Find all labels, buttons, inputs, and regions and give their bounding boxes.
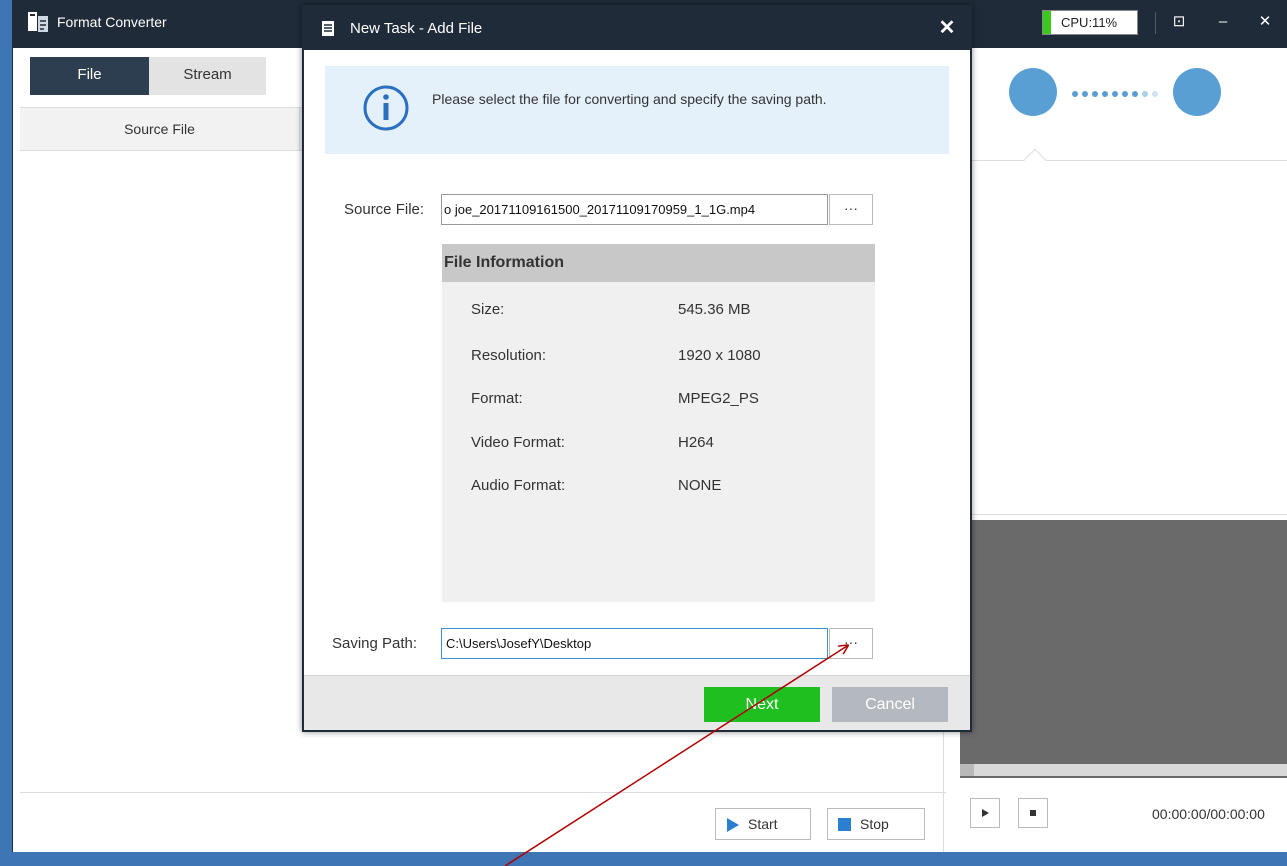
step-dot (1082, 91, 1088, 97)
start-label: Start (748, 816, 778, 832)
info-banner: Please select the file for converting an… (325, 66, 949, 154)
minimize-button[interactable]: – (1212, 10, 1234, 34)
next-button[interactable]: Next (704, 687, 820, 722)
stop-label: Stop (860, 816, 889, 832)
step-pointer (1023, 148, 1047, 172)
source-file-label: Source File: (344, 201, 425, 218)
file-info-row: Audio Format: NONE (471, 477, 851, 497)
dialog-titlebar: New Task - Add File ✕ (304, 7, 970, 50)
app-logo-icon (28, 12, 48, 32)
new-task-dialog: New Task - Add File ✕ Please select the … (302, 5, 972, 732)
step-dot (1132, 91, 1138, 97)
file-info-row: Video Format: H264 (471, 434, 851, 454)
ellipsis-icon: ··· (844, 634, 858, 650)
cpu-label: CPU:11% (1061, 15, 1118, 30)
file-info-value: 1920 x 1080 (678, 347, 761, 364)
saving-path-browse-button[interactable]: ··· (829, 628, 873, 659)
file-info-key: Format: (471, 390, 523, 407)
column-source-file[interactable]: Source File (20, 108, 300, 150)
step-dot (1072, 91, 1078, 97)
preview-scrollbar[interactable] (960, 764, 1287, 776)
cpu-indicator: CPU:11% (1042, 10, 1138, 35)
tab-file[interactable]: File (30, 57, 149, 95)
file-info-value: MPEG2_PS (678, 390, 759, 407)
source-tabs: File Stream (30, 57, 266, 95)
file-info-value: NONE (678, 477, 722, 494)
stop-button[interactable]: Stop (827, 808, 925, 840)
preview-divider (944, 514, 1287, 515)
cpu-usage-bar (1043, 11, 1051, 34)
file-info-value: H264 (678, 434, 714, 451)
stop-icon (838, 818, 851, 831)
steps-divider (944, 160, 1287, 161)
preview-play-button[interactable] (970, 798, 1000, 828)
info-text: Please select the file for converting an… (432, 91, 827, 107)
cancel-button[interactable]: Cancel (832, 687, 948, 722)
preview-stop-button[interactable] (1018, 798, 1048, 828)
step-dot (1122, 91, 1128, 97)
step-indicator-2 (1173, 68, 1221, 116)
file-info-row: Resolution: 1920 x 1080 (471, 347, 851, 367)
step-dot (1102, 91, 1108, 97)
step-indicator-1 (1009, 68, 1057, 116)
file-info-row: Format: MPEG2_PS (471, 390, 851, 410)
task-controls: Start Stop (20, 792, 946, 852)
file-info-key: Size: (471, 301, 505, 318)
restore-button[interactable]: ⊡ (1168, 10, 1190, 34)
file-info-key: Video Format: (471, 434, 565, 451)
tab-stream[interactable]: Stream (149, 57, 266, 95)
ellipsis-icon: ··· (844, 200, 858, 216)
titlebar-separator (1155, 12, 1156, 34)
app-title: Format Converter (57, 14, 167, 30)
stop-icon (1030, 810, 1036, 816)
file-info-key: Audio Format: (471, 477, 566, 494)
saving-path-label: Saving Path: (332, 635, 418, 652)
playback-timecode: 00:00:00/00:00:00 (1152, 806, 1265, 822)
preview-scroll-handle[interactable] (960, 764, 974, 776)
info-icon (363, 85, 409, 131)
saving-path-input[interactable]: C:\Users\JosefY\Desktop (441, 628, 828, 659)
video-preview (960, 520, 1287, 778)
step-dot (1142, 91, 1148, 97)
file-information-panel: File Information Size: 545.36 MB Resolut… (442, 244, 875, 602)
file-info-value: 545.36 MB (678, 301, 751, 318)
play-icon (982, 809, 989, 817)
step-dot (1112, 91, 1118, 97)
file-info-row: Size: 545.36 MB (471, 301, 851, 321)
close-button[interactable]: ✕ (1254, 10, 1276, 34)
dialog-close-button[interactable]: ✕ (934, 15, 960, 41)
step-dot (1152, 91, 1158, 97)
document-icon (322, 21, 334, 36)
file-info-key: Resolution: (471, 347, 547, 364)
dialog-footer: Next Cancel (304, 675, 970, 730)
step-dot (1092, 91, 1098, 97)
right-panel: 00:00:00/00:00:00 (943, 48, 1287, 852)
start-button[interactable]: Start (715, 808, 811, 840)
source-browse-button[interactable]: ··· (829, 194, 873, 225)
file-information-title: File Information (442, 244, 875, 282)
source-file-input[interactable]: o joe_20171109161500_20171109170959_1_1G… (441, 194, 828, 225)
play-icon (727, 818, 739, 832)
dialog-title: New Task - Add File (350, 20, 483, 37)
